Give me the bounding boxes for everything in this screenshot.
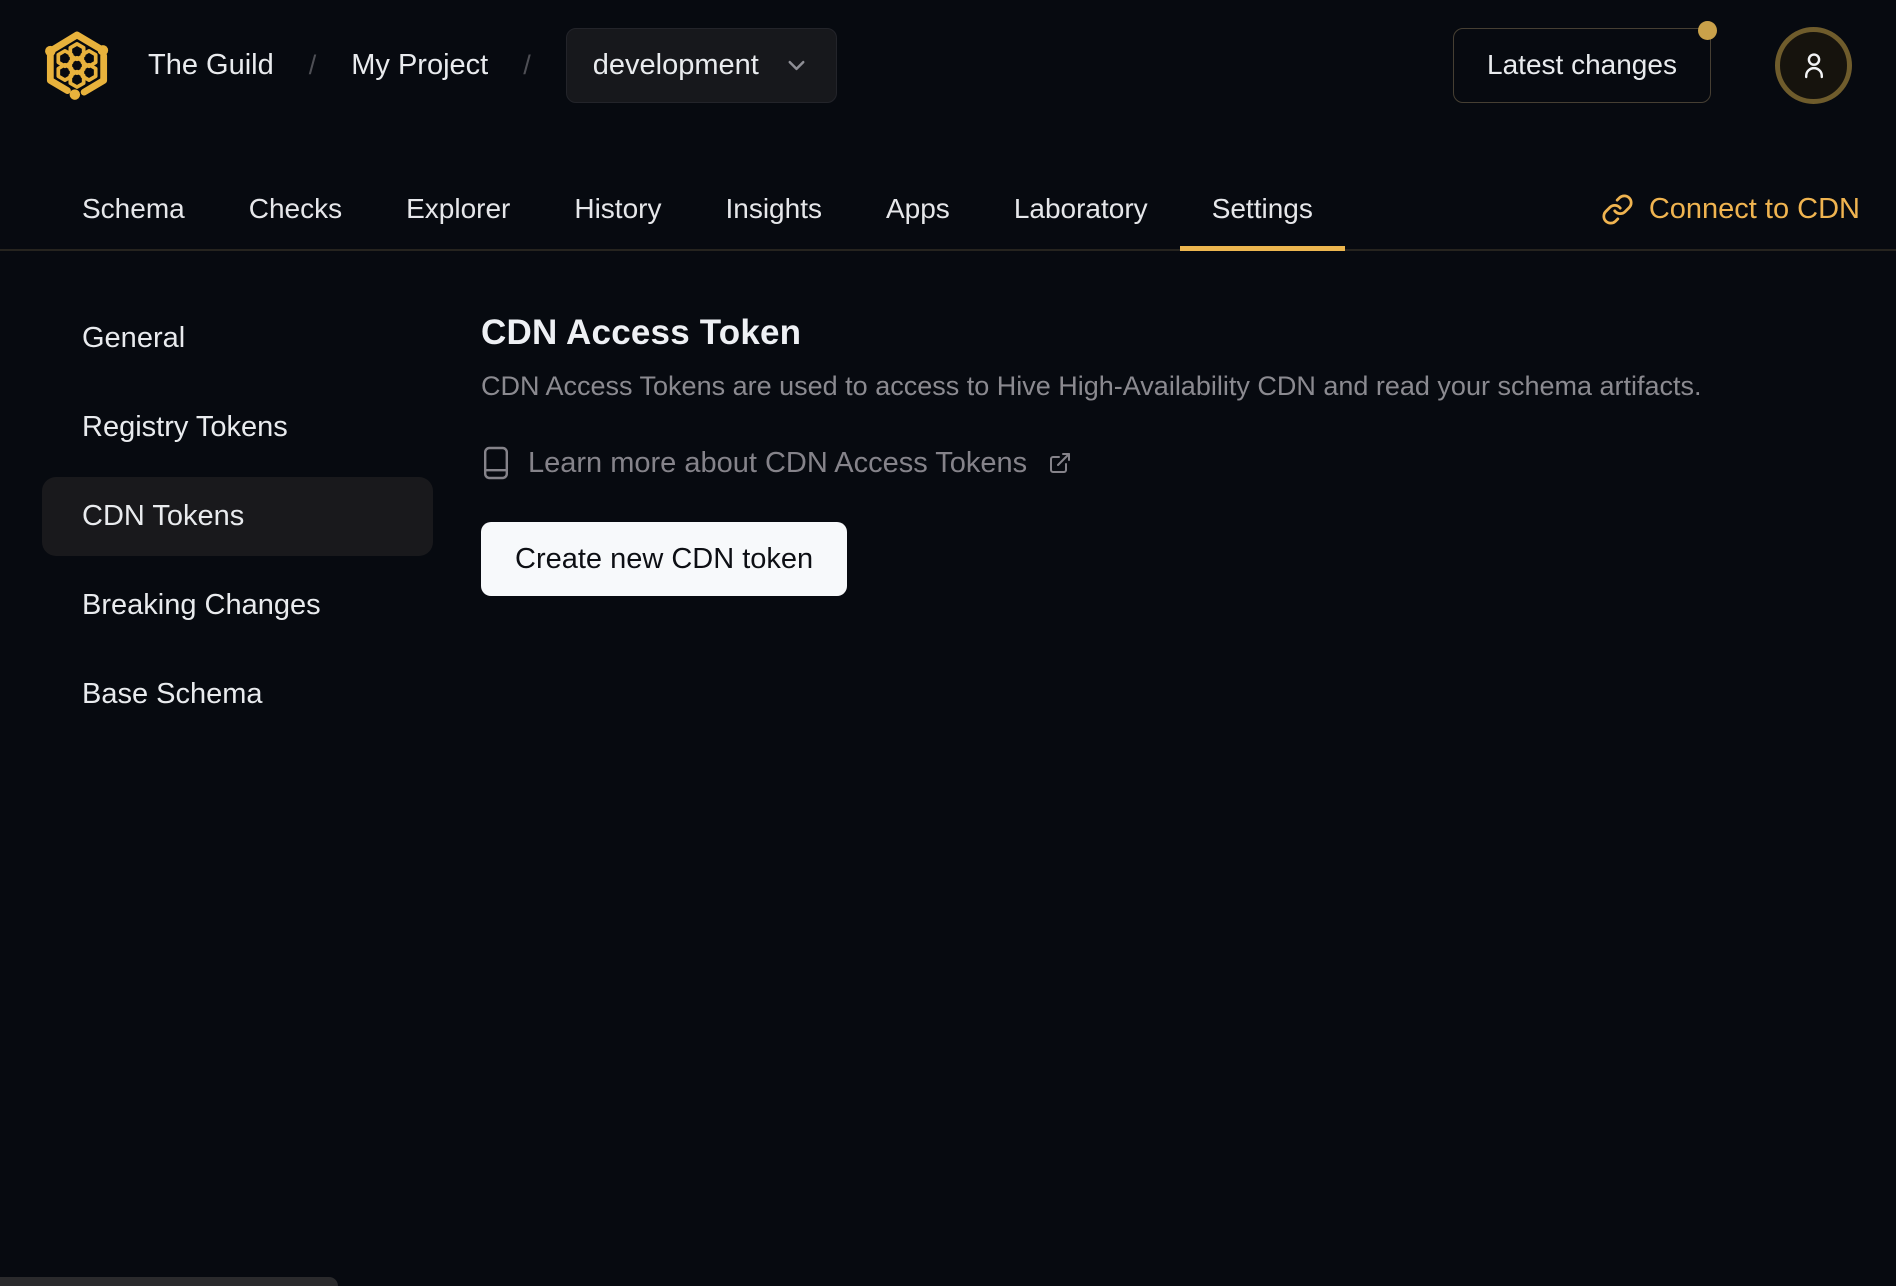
page-title: CDN Access Token <box>481 313 802 352</box>
tab-settings[interactable]: Settings <box>1179 169 1346 251</box>
tab-apps[interactable]: Apps <box>854 169 982 249</box>
connect-to-cdn-label: Connect to CDN <box>1648 192 1860 225</box>
tab-insights[interactable]: Insights <box>693 169 854 249</box>
sidebar-item-cdn-tokens[interactable]: CDN Tokens <box>42 477 433 556</box>
primary-tabs: Schema Checks Explorer History Insights … <box>0 130 1896 251</box>
page-description: CDN Access Tokens are used to access to … <box>481 371 1702 401</box>
top-header: The Guild / My Project / development Lat… <box>0 0 1896 130</box>
environment-selector[interactable]: development <box>565 27 837 103</box>
breadcrumb-org[interactable]: The Guild <box>148 49 274 82</box>
tab-history[interactable]: History <box>542 169 693 249</box>
settings-content: General Registry Tokens CDN Tokens Break… <box>0 251 1896 744</box>
cdn-token-panel: CDN Access Token CDN Access Tokens are u… <box>481 299 1856 744</box>
tab-explorer[interactable]: Explorer <box>374 169 542 249</box>
tab-schema[interactable]: Schema <box>50 169 217 249</box>
create-cdn-token-button[interactable]: Create new CDN token <box>481 522 848 596</box>
latest-changes-label: Latest changes <box>1487 49 1677 80</box>
sidebar-item-registry-tokens[interactable]: Registry Tokens <box>42 388 433 467</box>
tab-checks[interactable]: Checks <box>217 169 374 249</box>
sidebar-item-general[interactable]: General <box>42 299 433 378</box>
external-link-icon <box>1044 451 1072 475</box>
learn-more-link[interactable]: Learn more about CDN Access Tokens <box>481 445 1072 481</box>
user-menu-button[interactable] <box>1775 26 1852 104</box>
notification-dot <box>1698 20 1717 40</box>
breadcrumb-project[interactable]: My Project <box>351 49 488 82</box>
hive-logo-icon[interactable] <box>40 28 114 102</box>
chain-link-icon <box>1601 193 1634 226</box>
breadcrumb-separator: / <box>308 49 317 80</box>
breadcrumb: The Guild / My Project / <box>114 49 566 82</box>
environment-selector-value: development <box>592 48 759 81</box>
bottom-drawer-handle[interactable] <box>0 1277 338 1286</box>
tab-laboratory[interactable]: Laboratory <box>982 169 1180 249</box>
sidebar-item-base-schema[interactable]: Base Schema <box>42 655 433 734</box>
user-icon <box>1797 48 1831 82</box>
settings-sidebar: General Registry Tokens CDN Tokens Break… <box>42 299 433 744</box>
learn-more-label: Learn more about CDN Access Tokens <box>528 446 1028 479</box>
chevron-down-icon <box>783 52 810 79</box>
breadcrumb-separator: / <box>523 49 531 80</box>
book-icon <box>481 445 511 481</box>
sidebar-item-breaking-changes[interactable]: Breaking Changes <box>42 566 433 645</box>
latest-changes-button[interactable]: Latest changes <box>1453 20 1717 103</box>
connect-to-cdn-link[interactable]: Connect to CDN <box>1573 169 1888 249</box>
